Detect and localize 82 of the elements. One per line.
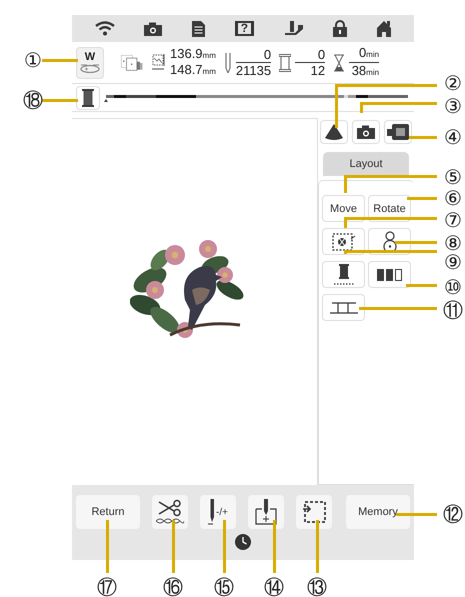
size-value: 136.9: [170, 46, 203, 60]
leader-line: [395, 241, 437, 244]
spool-button[interactable]: [322, 261, 365, 288]
help-icon[interactable]: ?: [234, 21, 254, 36]
camera-icon[interactable]: [144, 22, 162, 36]
leader-line: [223, 520, 226, 573]
time-total: 38: [352, 63, 366, 78]
camera-icon: [357, 125, 375, 139]
callout-number: ⑯: [162, 575, 184, 597]
trial-frame-icon: [302, 501, 326, 523]
scissors-thread-icon: [156, 499, 184, 525]
baseline-button[interactable]: [322, 294, 365, 321]
callout-number: ⑤: [443, 165, 463, 189]
leader-line: [406, 284, 437, 287]
triangle-button[interactable]: [320, 120, 348, 144]
frame-move-icon: [332, 232, 356, 250]
leader-line: [172, 520, 175, 573]
callout-number: ①: [23, 48, 43, 72]
document-icon[interactable]: [192, 20, 206, 36]
stitch-icon: [79, 63, 101, 73]
callout-number: ⑩: [443, 275, 463, 299]
thread-spool-icon: [332, 264, 354, 286]
trial-button[interactable]: [296, 495, 332, 529]
callout-number: ⑭: [263, 575, 285, 597]
color-count-total: 12: [310, 63, 326, 78]
color-count-current: 0: [318, 47, 326, 62]
callout-number: ③: [443, 94, 463, 118]
size-icon: [152, 54, 166, 72]
time-unit: min: [366, 68, 380, 77]
callout-number: ⑮: [213, 575, 235, 597]
callout-number: ⑪: [442, 298, 464, 322]
callout-number: ④: [443, 125, 463, 149]
size-unit: mm: [202, 66, 216, 76]
size-unit: mm: [202, 50, 216, 60]
triangle-icon: [324, 124, 344, 140]
spool-count-icon: [279, 54, 292, 72]
needle-adjust-button[interactable]: -/+: [200, 495, 236, 529]
leader-line: [106, 520, 109, 573]
frame-move-button[interactable]: [322, 228, 365, 255]
leader-line: [316, 520, 319, 573]
thread-spools-icon: [376, 268, 402, 282]
leader-line: [42, 99, 78, 102]
callout-number: ⑦: [443, 208, 463, 232]
home-icon[interactable]: [377, 20, 392, 36]
callout-number: ②: [443, 71, 463, 95]
clock-icon: [235, 534, 251, 550]
bottom-button[interactable]: Return: [76, 495, 140, 529]
time-unit: min: [366, 50, 380, 59]
needle-count-icon: [224, 52, 232, 72]
lock-icon[interactable]: [333, 20, 348, 37]
spools-button[interactable]: [368, 261, 411, 288]
leader-line: [409, 136, 437, 139]
time-current: 0: [358, 45, 366, 60]
presser-foot-icon[interactable]: [284, 20, 304, 36]
callout-number: ⑫: [442, 502, 464, 526]
start-point-icon: [255, 499, 277, 525]
thread-button[interactable]: [76, 86, 100, 110]
leader-line: [273, 520, 276, 573]
start-point-button[interactable]: [248, 495, 284, 529]
hourglass-icon: [333, 54, 346, 72]
leader-line: [407, 197, 437, 200]
leader-line: [42, 59, 78, 62]
callout-number: ⑱: [22, 88, 44, 112]
callout-number: ⑰: [96, 575, 118, 597]
stitch-count-total: 21135: [236, 63, 272, 78]
size-value: 148.7: [170, 62, 203, 76]
stitch-count-current: 0: [264, 47, 272, 62]
spool-icon: [82, 88, 94, 106]
needle-icon: [208, 499, 216, 525]
scissors-button[interactable]: [152, 495, 188, 529]
layout-button[interactable]: Move: [322, 195, 365, 222]
film-camera-icon: [387, 124, 409, 140]
baseline-icon: [330, 302, 358, 314]
layout-tab[interactable]: Layout: [323, 152, 409, 176]
callout-number: ⑥: [443, 186, 463, 210]
design-button[interactable]: W: [76, 46, 104, 78]
wifi-icon[interactable]: [94, 21, 115, 36]
callout-number: ⑬: [306, 575, 328, 597]
leader-line: [396, 513, 437, 516]
camera-button[interactable]: [352, 120, 380, 144]
bottom-button[interactable]: Memory: [346, 495, 410, 529]
film-button[interactable]: [384, 120, 412, 144]
